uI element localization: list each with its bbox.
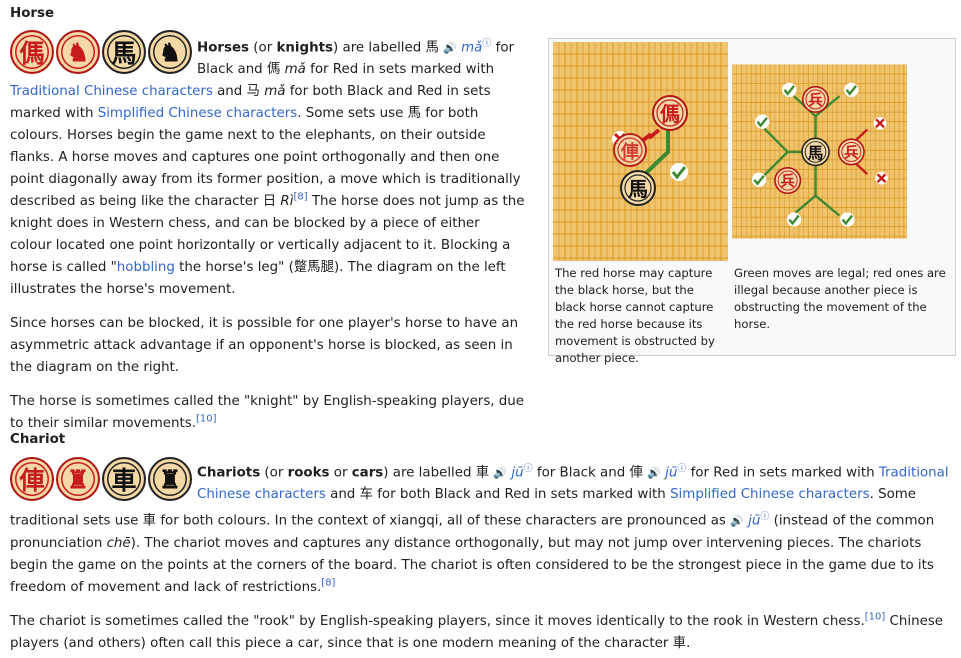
horse-paragraph-2: Since horses can be blocked, it is possi… xyxy=(10,316,519,376)
pronunciation-link-ma[interactable]: mǎ xyxy=(461,40,482,55)
chariot-heading: Chariot xyxy=(10,432,66,447)
traditional-chinese-link[interactable]: Traditional Chinese characters xyxy=(10,84,213,99)
pronunciation-link-ju[interactable]: jū xyxy=(665,465,677,480)
red-soldier-piece: 兵 xyxy=(781,172,795,190)
black-chariot-traditional-icon: 車 xyxy=(102,457,146,501)
black-chariot-icon: ♜ xyxy=(148,457,192,501)
info-icon[interactable]: ⓘ xyxy=(677,464,686,474)
legal-check-icon xyxy=(670,163,688,181)
figure-caption-right: Green moves are legal; red ones are ille… xyxy=(734,266,946,331)
hobbling-link[interactable]: hobbling xyxy=(117,260,175,275)
speaker-icon[interactable]: 🔊 xyxy=(730,515,744,528)
red-soldier-piece: 兵 xyxy=(808,91,822,109)
horse-paragraph-3: The horse is sometimes called the "knigh… xyxy=(10,394,525,432)
red-blocking-piece: 俥 xyxy=(620,141,639,163)
reference-link[interactable]: [8] xyxy=(293,192,307,203)
chariot-paragraph-2: The chariot is sometimes called the "roo… xyxy=(10,611,944,651)
black-horse-piece: 馬 xyxy=(628,177,648,201)
black-horse-piece: 馬 xyxy=(808,143,824,162)
reference-link[interactable]: [8] xyxy=(321,577,335,588)
red-horse-icon: ♞ xyxy=(56,30,100,74)
simplified-chinese-link[interactable]: Simplified Chinese characters xyxy=(670,487,870,502)
right-board-diagram: 馬 兵 兵 兵 xyxy=(732,64,907,239)
figure-caption-left: The red horse may capture the black hors… xyxy=(555,266,715,365)
speaker-icon[interactable]: 🔊 xyxy=(443,41,457,54)
horse-piece-icons: 傌 ♞ 馬 ♞ xyxy=(10,28,192,74)
horse-heading: Horse xyxy=(10,6,55,21)
red-horse-traditional-icon: 傌 xyxy=(10,30,54,74)
pronunciation-link-ju[interactable]: jū xyxy=(748,514,760,529)
black-horse-traditional-icon: 馬 xyxy=(102,30,146,74)
reference-link[interactable]: [10] xyxy=(865,611,886,622)
red-horse-piece: 傌 xyxy=(660,102,680,126)
pronunciation-link-ju[interactable]: jū xyxy=(511,465,523,480)
chariot-piece-icons: 俥 ♜ 車 ♜ xyxy=(10,455,192,501)
speaker-icon[interactable]: 🔊 xyxy=(647,466,661,479)
reference-link[interactable]: [10] xyxy=(196,414,217,425)
red-soldier-piece: 兵 xyxy=(844,143,858,161)
red-chariot-icon: ♜ xyxy=(56,457,100,501)
red-chariot-traditional-icon: 俥 xyxy=(10,457,54,501)
speaker-icon[interactable]: 🔊 xyxy=(493,466,507,479)
horse-movement-figure: 傌 俥 馬 馬 兵 兵 兵 The red horse may capture … xyxy=(548,38,956,365)
black-horse-icon: ♞ xyxy=(148,30,192,74)
chariot-section-body: 俥 ♜ 車 ♜ Chariots (or rooks or cars) are … xyxy=(10,455,955,655)
left-board-diagram: 傌 俥 馬 xyxy=(553,42,728,261)
info-icon[interactable]: ⓘ xyxy=(760,512,769,522)
simplified-chinese-link[interactable]: Simplified Chinese characters xyxy=(98,106,298,121)
horse-section-body: 傌 ♞ 馬 ♞ Horses (or knights) are labelled… xyxy=(10,28,525,435)
info-icon[interactable]: ⓘ xyxy=(524,464,533,474)
